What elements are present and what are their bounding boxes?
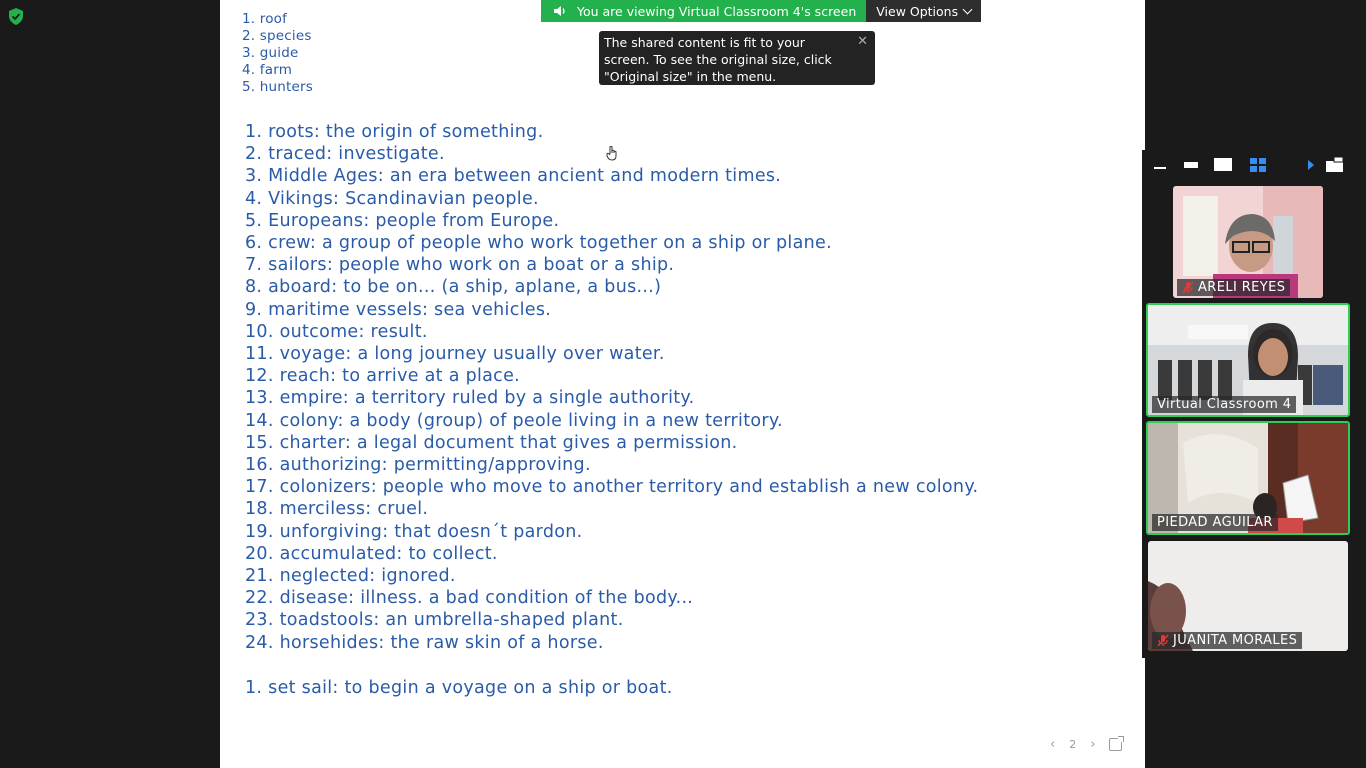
participant-video-tile[interactable]: Virtual Classroom 4 — [1146, 303, 1350, 417]
vocab-item: 22. disease: illness. a bad condition of… — [245, 588, 694, 609]
participant-name: PIEDAD AGUILAR — [1157, 515, 1273, 530]
participant-name-label: JUANITA MORALES — [1152, 632, 1303, 649]
vocab-item: 15. charter: a legal document that gives… — [245, 432, 738, 453]
page-number: 2 — [1069, 738, 1077, 751]
participant-video-tile[interactable]: PIEDAD AGUILAR — [1146, 421, 1350, 535]
vocab-item: 10. outcome: result. — [245, 321, 428, 342]
vocab-item: 21. neglected: ignored. — [245, 566, 456, 587]
vocab-item: 7. sailors: people who work on a boat or… — [245, 255, 675, 276]
mic-muted-icon — [1157, 634, 1169, 647]
participant-video-tile[interactable]: JUANITA MORALES — [1148, 541, 1348, 651]
list-item: 3. guide — [242, 45, 299, 61]
vocab-item: 23. toadstools: an umbrella-shaped plant… — [245, 610, 624, 631]
view-options-button[interactable]: View Options — [866, 0, 982, 22]
vocab-item: 9. maritime vessels: sea vehicles. — [245, 299, 552, 320]
participant-name: JUANITA MORALES — [1173, 633, 1298, 648]
extra-vocabulary-list: 1. set sail: to begin a voyage on a ship… — [245, 677, 673, 699]
list-item: 4. farm — [242, 62, 293, 78]
viewing-indicator: You are viewing Virtual Classroom 4's sc… — [541, 0, 867, 22]
vocab-item: 6. crew: a group of people who work toge… — [245, 233, 832, 254]
side-by-side-icon[interactable] — [1326, 157, 1344, 173]
minimize-icon[interactable] — [1154, 164, 1166, 170]
vocab-item: 13. empire: a territory ruled by a singl… — [245, 388, 695, 409]
vocabulary-list: 1. roots: the origin of something. 2. tr… — [245, 121, 978, 654]
vocab-item: 20. accumulated: to collect. — [245, 543, 498, 564]
popout-icon[interactable] — [1109, 736, 1125, 751]
participant-name-label: Virtual Classroom 4 — [1152, 396, 1297, 413]
next-page-icon[interactable]: › — [1090, 737, 1095, 752]
video-panel-toolbar — [1142, 150, 1355, 180]
vocab-item: 1. set sail: to begin a voyage on a ship… — [245, 678, 673, 698]
hand-cursor-icon — [606, 146, 617, 161]
hide-video-icon[interactable] — [1184, 160, 1198, 170]
participant-name-label: PIEDAD AGUILAR — [1152, 514, 1278, 531]
tooltip-text: The shared content is fit to your screen… — [604, 35, 832, 84]
vocab-item: 8. aboard: to be on... (a ship, aplane, … — [245, 277, 662, 298]
list-item: 1. roof — [242, 11, 288, 27]
vocab-item: 5. Europeans: people from Europe. — [245, 210, 560, 231]
speaker-icon[interactable] — [553, 5, 567, 17]
screen-share-banner: You are viewing Virtual Classroom 4's sc… — [541, 0, 982, 22]
viewing-text: You are viewing Virtual Classroom 4's sc… — [577, 3, 857, 19]
vocab-item: 17. colonizers: people who move to anoth… — [245, 477, 979, 498]
vocab-item: 14. colony: a body (group) of peole livi… — [245, 410, 783, 431]
participant-name-label: ARELI REYES — [1177, 279, 1291, 296]
video-panel: ARELI REYES Virtual Classroom 4 PIEDAD A… — [1142, 150, 1355, 658]
vocab-item: 1. roots: the origin of something. — [245, 122, 544, 142]
participant-name: Virtual Classroom 4 — [1157, 397, 1292, 412]
word-list: 1. roof 2. species 3. guide 4. farm 5. h… — [242, 11, 313, 96]
play-arrow-icon[interactable] — [1307, 159, 1315, 171]
gallery-view-icon[interactable] — [1250, 158, 1266, 172]
vocab-item: 18. merciless: cruel. — [245, 499, 429, 520]
participant-name: ARELI REYES — [1198, 280, 1286, 295]
vocab-item: 16. authorizing: permitting/approving. — [245, 455, 591, 476]
vocab-item: 12. reach: to arrive at a place. — [245, 366, 521, 387]
speaker-view-icon[interactable] — [1214, 158, 1232, 172]
list-item: 5. hunters — [242, 79, 314, 95]
vocab-item: 24. horsehides: the raw skin of a horse. — [245, 632, 604, 653]
shared-screen-document: 1. roof 2. species 3. guide 4. farm 5. h… — [220, 0, 1145, 768]
vocab-item: 19. unforgiving: that doesn´t pardon. — [245, 521, 583, 542]
shield-check-icon[interactable] — [8, 8, 24, 25]
vocab-item: 11. voyage: a long journey usually over … — [245, 344, 665, 365]
close-icon[interactable]: ✕ — [857, 33, 868, 50]
mic-muted-icon — [1182, 281, 1194, 294]
chevron-down-icon — [962, 4, 973, 14]
vocab-item: 3. Middle Ages: an era between ancient a… — [245, 166, 782, 187]
participant-video-tile[interactable]: ARELI REYES — [1173, 186, 1323, 298]
view-options-label: View Options — [876, 3, 959, 19]
list-item: 2. species — [242, 28, 312, 44]
fit-to-screen-tooltip: The shared content is fit to your screen… — [599, 31, 875, 85]
prev-page-icon[interactable]: ‹ — [1050, 737, 1055, 752]
vocab-item: 4. Vikings: Scandinavian people. — [245, 188, 539, 209]
page-navigation: ‹ 2 › — [1050, 736, 1125, 752]
